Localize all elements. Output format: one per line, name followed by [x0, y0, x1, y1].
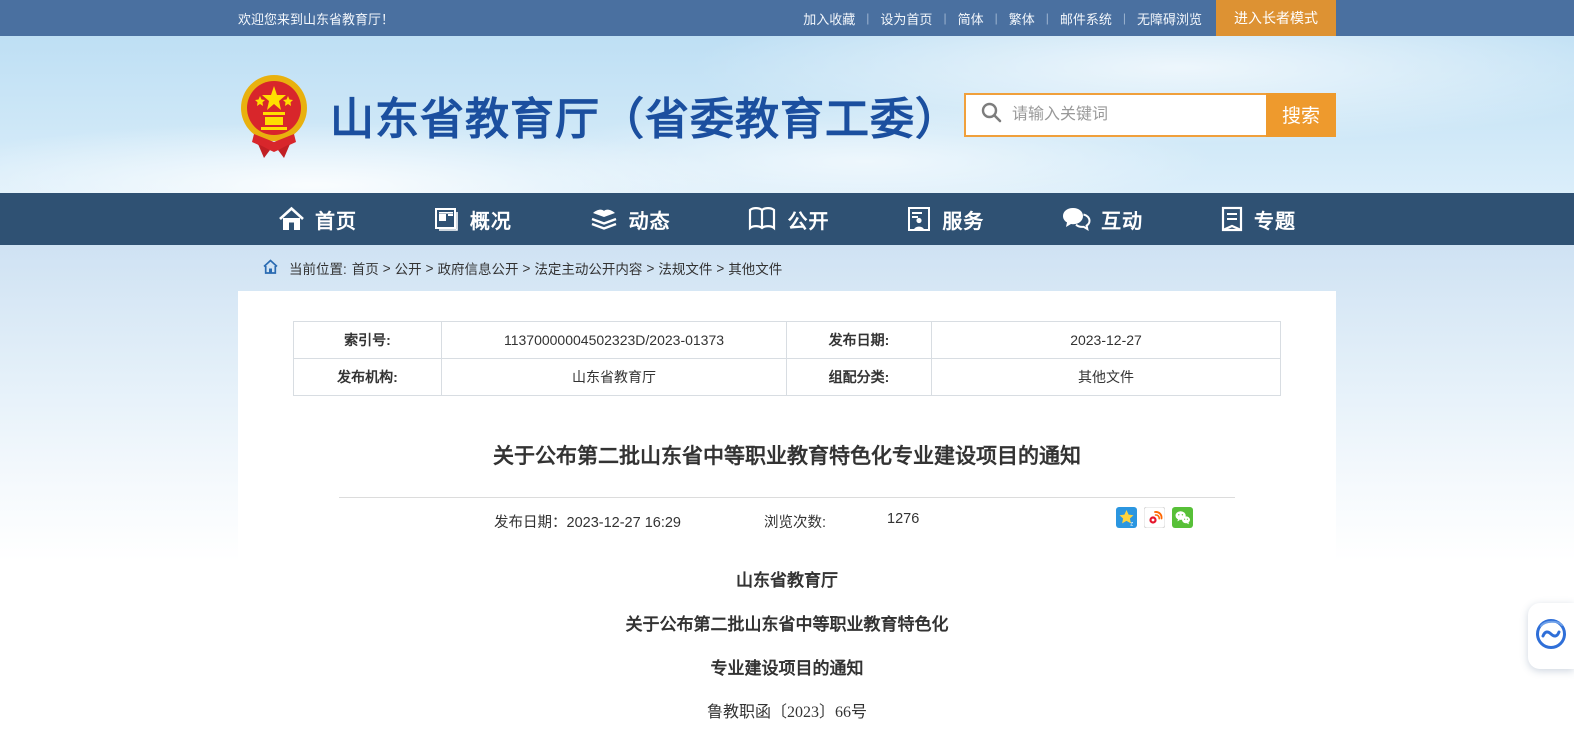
doc-info-label: 发布机构:	[294, 359, 442, 396]
welcome-text: 欢迎您来到山东省教育厅！	[238, 9, 394, 28]
open-book-icon	[747, 206, 777, 232]
search-button[interactable]: 搜索	[1266, 93, 1336, 137]
nav-item-互动[interactable]: 互动	[1061, 205, 1143, 234]
document-info-table: 索引号:11370000004502323D/2023-01373发布日期:20…	[293, 321, 1281, 396]
smart-assistant-icon	[1534, 617, 1568, 656]
nav-item-专题[interactable]: 专题	[1220, 205, 1296, 234]
doc-info-value: 11370000004502323D/2023-01373	[442, 322, 787, 359]
topbar-separator: |	[995, 11, 998, 25]
topbar-link[interactable]: 邮件系统	[1060, 9, 1112, 28]
topbar-link[interactable]: 简体	[958, 9, 984, 28]
topbar-link[interactable]: 加入收藏	[803, 9, 855, 28]
nav-item-label: 专题	[1254, 205, 1296, 234]
breadcrumb-item[interactable]: 法规文件	[658, 258, 712, 278]
topbar-separator: |	[1123, 11, 1126, 25]
elder-mode-button[interactable]: 进入长者模式	[1216, 0, 1336, 36]
breadcrumb-trail: 首页>公开>政府信息公开>法定主动公开内容>法规文件>其他文件	[352, 258, 782, 278]
article-body: 山东省教育厅关于公布第二批山东省中等职业教育特色化专业建设项目的通知鲁教职函〔2…	[238, 572, 1336, 721]
breadcrumb-item[interactable]: 其他文件	[728, 258, 782, 278]
nav-item-首页[interactable]: 首页	[278, 205, 357, 234]
article-body-line: 关于公布第二批山东省中等职业教育特色化	[238, 616, 1336, 633]
search-box: 搜索	[964, 93, 1336, 137]
doc-info-label: 索引号:	[294, 322, 442, 359]
breadcrumb-item[interactable]: 首页	[352, 258, 379, 278]
breadcrumb-separator: >	[646, 261, 654, 276]
nav-item-label: 公开	[787, 205, 829, 234]
breadcrumb: 当前位置: 首页>公开>政府信息公开>法定主动公开内容>法规文件>其他文件	[238, 245, 1336, 291]
wechat-share-icon[interactable]	[1172, 507, 1193, 528]
topbar-separator: |	[1046, 11, 1049, 25]
nav-item-label: 动态	[629, 205, 671, 234]
nav-item-动态[interactable]: 动态	[589, 205, 671, 234]
home-icon	[278, 206, 305, 232]
publish-date: 发布日期：2023-12-27 16:29	[494, 511, 681, 532]
topbar-separator: |	[943, 11, 946, 25]
doc-info-value: 山东省教育厅	[442, 359, 787, 396]
breadcrumb-item[interactable]: 公开	[395, 258, 422, 278]
nav-item-概况[interactable]: 概况	[434, 205, 512, 234]
views-label: 浏览次数:	[764, 511, 826, 532]
site-title: 山东省教育厅（省委教育工委）	[330, 83, 960, 147]
article-body-line: 专业建设项目的通知	[238, 660, 1336, 677]
breadcrumb-item[interactable]: 政府信息公开	[438, 258, 519, 278]
article-card: 索引号:11370000004502323D/2023-01373发布日期:20…	[238, 291, 1336, 756]
overview-icon	[434, 206, 460, 232]
breadcrumb-separator: >	[426, 261, 434, 276]
publish-info-row: 发布日期：2023-12-27 16:29 浏览次数: 1276 z	[339, 498, 1235, 542]
breadcrumb-separator: >	[523, 261, 531, 276]
home-small-icon[interactable]	[262, 259, 279, 278]
topbar-link[interactable]: 无障碍浏览	[1137, 9, 1202, 28]
share-buttons: z	[1116, 507, 1193, 528]
national-emblem-icon[interactable]	[238, 70, 310, 160]
topbar-links: 加入收藏 | 设为首页 | 简体 | 繁体 | 邮件系统 | 无障碍浏览	[803, 9, 1202, 28]
nav-item-label: 服务	[942, 205, 984, 234]
views-count: 1276	[887, 511, 919, 527]
site-header: 山东省教育厅（省委教育工委） 搜索	[0, 36, 1574, 193]
breadcrumb-item[interactable]: 法定主动公开内容	[534, 258, 642, 278]
breadcrumb-separator: >	[383, 261, 391, 276]
article-body-line: 山东省教育厅	[238, 572, 1336, 589]
smart-assistant-widget[interactable]	[1528, 603, 1574, 669]
topbar-link[interactable]: 设为首页	[880, 9, 932, 28]
doc-info-row: 索引号:11370000004502323D/2023-01373发布日期:20…	[294, 322, 1281, 359]
search-input[interactable]	[1012, 95, 1266, 135]
breadcrumb-separator: >	[716, 261, 724, 276]
nav-item-label: 首页	[315, 205, 357, 234]
qzone-share-icon[interactable]: z	[1116, 507, 1137, 528]
article-title: 关于公布第二批山东省中等职业教育特色化专业建设项目的通知	[238, 440, 1336, 470]
article-body-line: 鲁教职函〔2023〕66号	[238, 704, 1336, 721]
nav-item-label: 概况	[470, 205, 512, 234]
content-background: 当前位置: 首页>公开>政府信息公开>法定主动公开内容>法规文件>其他文件 索引…	[0, 245, 1574, 756]
doc-info-label: 发布日期:	[787, 322, 932, 359]
main-navigation: 首页 概况 动态 公开 服务 互动 专题	[0, 193, 1574, 245]
breadcrumb-prefix: 当前位置:	[289, 258, 347, 278]
document-icon	[1220, 206, 1244, 232]
nav-item-服务[interactable]: 服务	[906, 205, 984, 234]
doc-info-value: 2023-12-27	[932, 322, 1281, 359]
service-badge-icon	[906, 206, 932, 232]
topbar-separator: |	[866, 11, 869, 25]
chat-bubbles-icon	[1061, 206, 1091, 232]
topbar-link[interactable]: 繁体	[1009, 9, 1035, 28]
nav-item-公开[interactable]: 公开	[747, 205, 829, 234]
doc-info-row: 发布机构:山东省教育厅组配分类:其他文件	[294, 359, 1281, 396]
svg-text:z: z	[1130, 522, 1133, 528]
doc-info-label: 组配分类:	[787, 359, 932, 396]
news-stack-icon	[589, 206, 619, 232]
weibo-share-icon[interactable]	[1144, 507, 1165, 528]
search-icon	[980, 101, 1002, 128]
top-utility-bar: 欢迎您来到山东省教育厅！ 加入收藏|设为首页|简体|繁体|邮件系统|无障碍浏览 …	[0, 0, 1574, 36]
nav-item-label: 互动	[1101, 205, 1143, 234]
doc-info-value: 其他文件	[932, 359, 1281, 396]
